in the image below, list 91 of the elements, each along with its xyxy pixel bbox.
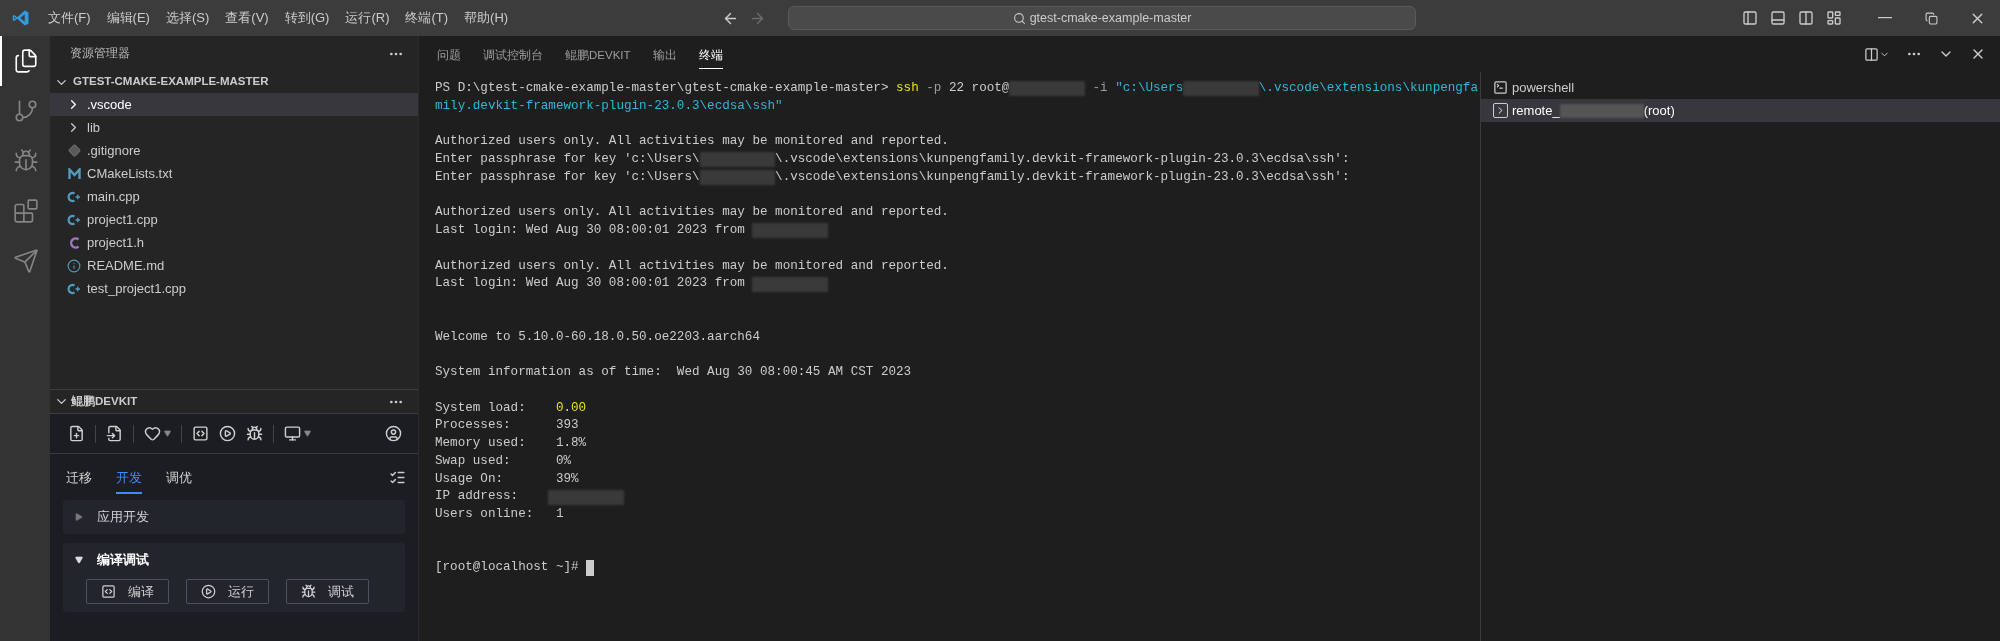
monitor-dropdown-icon[interactable] — [284, 425, 311, 442]
menu-item[interactable]: 选择(S) — [157, 8, 218, 28]
menu-item[interactable]: 运行(R) — [337, 8, 398, 28]
restore-icon — [1924, 11, 1938, 25]
terminal-line: Swap used: 0% — [435, 452, 572, 470]
tree-item[interactable]: main.cpp — [50, 185, 418, 208]
tab[interactable]: 终端 — [698, 43, 723, 69]
heart-dropdown-icon[interactable] — [144, 425, 171, 442]
terminal-icon — [1493, 80, 1508, 95]
minimize-icon — [1878, 17, 1892, 19]
bug-icon — [301, 584, 316, 599]
user-icon[interactable] — [385, 425, 402, 442]
new-file-icon[interactable] — [68, 425, 85, 442]
tree-item[interactable]: project1.cpp — [50, 208, 418, 231]
run-debug-icon — [13, 148, 39, 174]
c-plus-icon — [67, 282, 81, 295]
split-terminal-icon[interactable] — [1864, 46, 1890, 62]
menu-item[interactable]: 转到(G) — [276, 8, 338, 28]
terminal-line: Memory used: 1.8% — [435, 435, 587, 452]
terminal-line: Enter passphrase for key 'c:\Users\ \.vscode\extensions\kunpengfamily.devkit-framework-plugin-23.0.3\ecdsa\ssh': — [435, 151, 1350, 169]
paper-plane-icon — [13, 248, 39, 274]
zigzag-icon — [68, 167, 81, 180]
tree-item[interactable]: GTEST-CMAKE-EXAMPLE-MASTER — [50, 71, 418, 93]
info-icon — [67, 258, 81, 273]
tab[interactable]: 鲲鹏DEVKIT — [565, 43, 631, 69]
c-plus-icon — [67, 190, 81, 203]
terminal-line: Users online: 1 — [435, 506, 564, 523]
tab[interactable]: 调优 — [166, 464, 192, 494]
search-icon — [1012, 11, 1026, 25]
accordion-header[interactable]: 编译调试 — [63, 543, 405, 577]
menu-item[interactable]: 文件(F) — [40, 8, 99, 28]
source-control-icon — [13, 98, 39, 124]
tree-item[interactable]: test_project1.cpp — [50, 277, 418, 300]
play-circle-icon[interactable] — [219, 425, 236, 442]
tree-item[interactable]: project1.h — [50, 231, 418, 254]
terminal-list-item[interactable]: powershell — [1481, 76, 2000, 99]
terminal-line: mily.devkit-framework-plugin-23.0.3\ecdsa\ssh" — [435, 97, 783, 115]
tree-item[interactable]: README.md — [50, 254, 418, 277]
menu-item[interactable]: 帮助(H) — [456, 8, 517, 28]
search-field[interactable]: gtest-cmake-example-master — [788, 6, 1417, 30]
prompt-icon — [1493, 103, 1508, 118]
code-window-icon — [101, 584, 116, 599]
tab[interactable]: 迁移 — [66, 464, 92, 494]
code-window-icon[interactable] — [192, 425, 209, 442]
bug-icon[interactable] — [246, 425, 263, 442]
action-button[interactable]: 调试 — [286, 579, 369, 604]
tree-item[interactable]: .vscode — [50, 93, 418, 116]
tab[interactable]: 开发 — [116, 464, 142, 494]
terminal-list-item[interactable]: remote_ (root) — [1481, 99, 2000, 122]
terminal-line: Last login: Wed Aug 30 08:00:01 2023 from — [435, 275, 828, 293]
terminal-line: System information as of time: Wed Aug 30 08:00:45 AM CST 2023 — [435, 364, 912, 381]
menu-item[interactable]: 查看(V) — [217, 8, 277, 28]
bottom-panel-toggle-icon[interactable] — [1770, 10, 1786, 26]
right-panel-toggle-icon[interactable] — [1798, 10, 1814, 26]
tab[interactable]: 问题 — [437, 43, 461, 69]
c-arc-icon — [69, 236, 81, 249]
layout-icon[interactable] — [1826, 10, 1842, 26]
diamond-icon — [68, 144, 81, 157]
menu-item[interactable]: 编辑(E) — [98, 8, 158, 28]
terminal-line: PS D:\gtest-cmake-example-master\gtest-cmake-example-master> ssh -p 22 root@ -i "c:\Users \.vscode\extensions\kunpengfa — [435, 80, 1478, 98]
menu-item[interactable]: 终端(T) — [397, 8, 457, 28]
extensions-icon — [13, 198, 39, 224]
terminal-line: Welcome to 5.10.0-60.18.0.50.oe2203.aarch64 — [435, 328, 760, 346]
play-circle-icon — [201, 584, 216, 599]
left-panel-toggle-icon[interactable] — [1742, 10, 1758, 26]
terminal-line: Authorized users only. All activities may be monitored and reported. — [435, 204, 949, 222]
c-plus-icon — [67, 213, 81, 226]
caret-down-icon — [75, 556, 83, 564]
section-header[interactable]: 鲲鹏DEVKIT — [54, 392, 138, 411]
tree-item[interactable]: .gitignore — [50, 139, 418, 162]
terminal-line: IP address: — [435, 488, 624, 506]
import-icon[interactable] — [106, 425, 123, 442]
tab[interactable]: 调试控制台 — [483, 43, 543, 69]
tree-item[interactable]: lib — [50, 116, 418, 139]
terminal-line: System load: 0.00 — [435, 399, 587, 417]
files-icon — [13, 48, 39, 74]
terminal-line: Last login: Wed Aug 30 08:00:01 2023 from — [435, 222, 828, 240]
terminal-line: Authorized users only. All activities may be monitored and reported. — [435, 257, 949, 275]
action-button[interactable]: 编译 — [86, 579, 169, 604]
terminal-line: Usage On: 39% — [435, 470, 579, 488]
terminal-line: [root@localhost ~]# — [435, 559, 595, 577]
caret-right-icon — [75, 513, 83, 521]
action-button[interactable]: 运行 — [186, 579, 269, 604]
app-logo-icon — [12, 9, 30, 27]
tab[interactable]: 输出 — [652, 43, 677, 69]
terminal-line: Enter passphrase for key 'c:\Users\ \.vscode\extensions\kunpengfamily.devkit-framework-plugin-23.0.3\ecdsa\ssh': — [435, 168, 1350, 187]
terminal-line: Processes: 393 — [435, 417, 579, 435]
tree-item[interactable]: CMakeLists.txt — [50, 162, 418, 185]
sidebar-title: 资源管理器 — [70, 45, 130, 61]
accordion-header[interactable]: 应用开发 — [63, 500, 405, 534]
terminal-line: Authorized users only. All activities may be monitored and reported. — [435, 133, 949, 151]
